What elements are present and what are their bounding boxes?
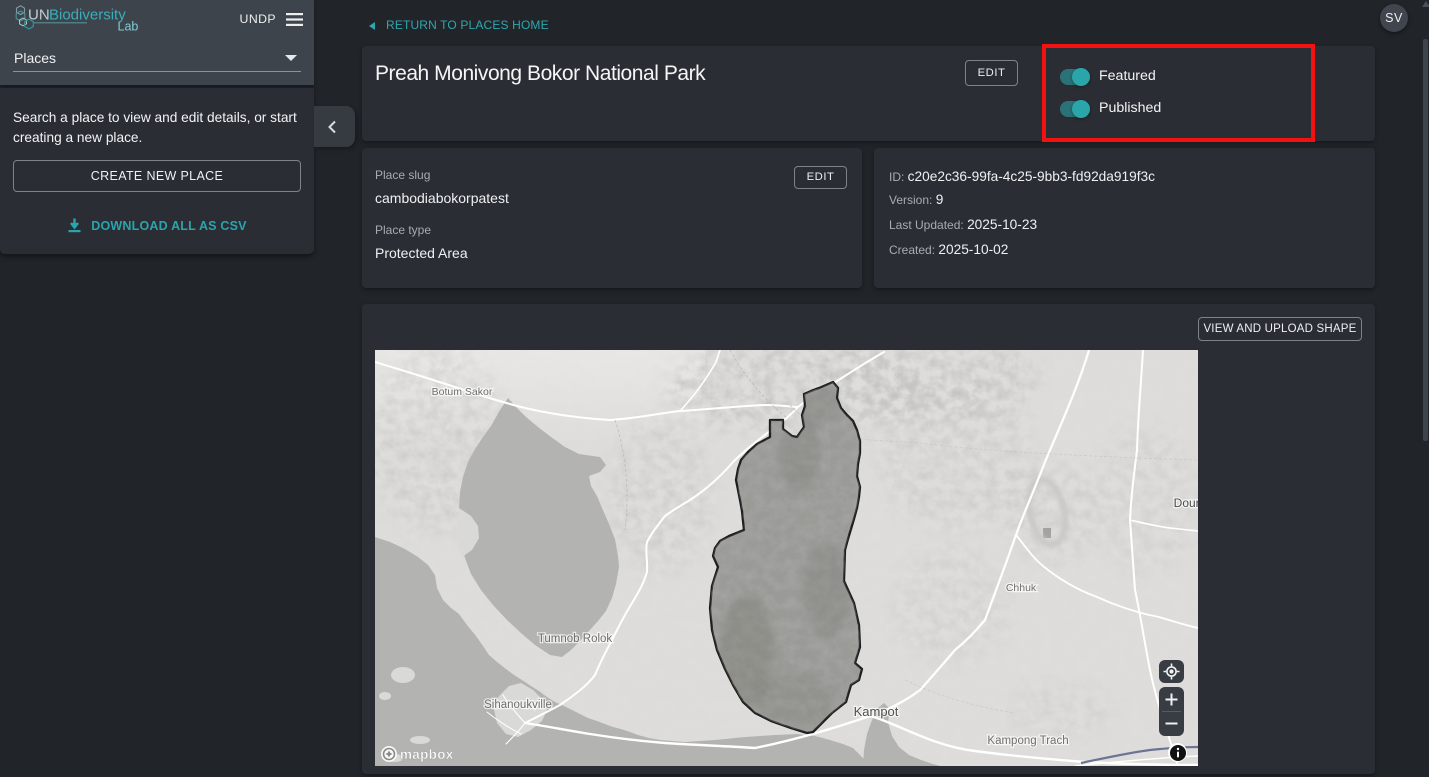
svg-text:Lab: Lab	[118, 20, 139, 34]
svg-text:Botum Sakor: Botum Sakor	[432, 386, 493, 398]
svg-text:Kampong Trach: Kampong Trach	[987, 735, 1068, 747]
svg-text:Chhuk: Chhuk	[1006, 582, 1037, 594]
svg-text:Tumnob Rolok: Tumnob Rolok	[538, 633, 613, 645]
svg-text:UN: UN	[28, 7, 50, 24]
svg-text:Kampot: Kampot	[854, 704, 899, 719]
svg-text:Sihanoukville: Sihanoukville	[484, 699, 552, 711]
svg-text:mapbox: mapbox	[400, 747, 454, 762]
svg-text:Biodiversity: Biodiversity	[49, 7, 126, 24]
svg-text:Doun: Doun	[1174, 496, 1198, 510]
